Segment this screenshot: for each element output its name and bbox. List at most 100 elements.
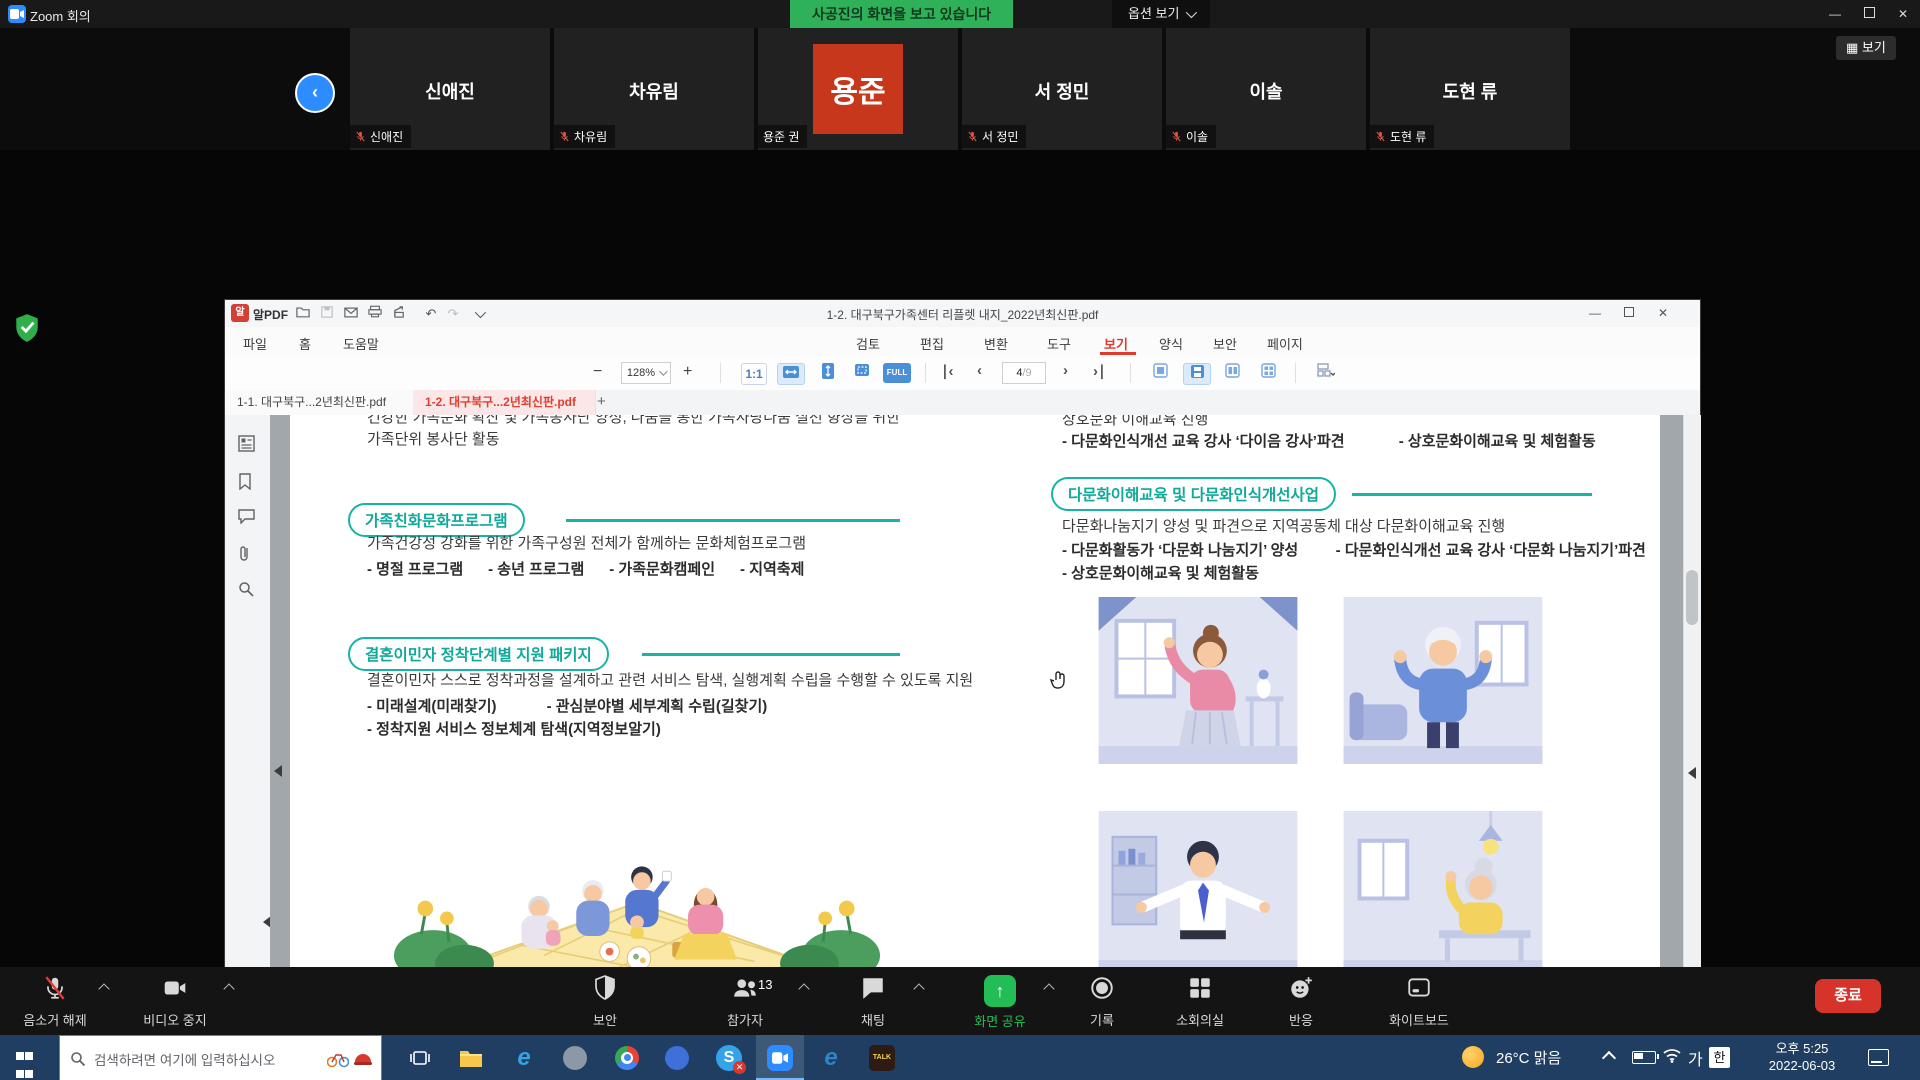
zoom-minimize-button[interactable]: — — [1818, 0, 1852, 28]
chat-caret[interactable] — [915, 985, 925, 995]
edge-icon[interactable]: e — [807, 1035, 855, 1080]
page-number-input[interactable]: 4/9 — [1002, 362, 1046, 384]
participants-caret[interactable] — [800, 985, 810, 995]
zoom-level-select[interactable]: 128% — [621, 362, 671, 384]
menu-page[interactable]: 페이지 — [1267, 334, 1303, 353]
record-icon — [1089, 975, 1115, 1001]
mute-button[interactable]: 음소거 해제 — [10, 975, 100, 1029]
clock[interactable]: 오후 5:25 2022-06-03 — [1752, 1040, 1852, 1074]
participants-button[interactable]: 13 참가자 — [700, 975, 790, 1029]
skype-badge: ✕ — [733, 1061, 746, 1074]
participant-tile[interactable]: 차유림 차유림 — [554, 28, 754, 150]
battery-icon[interactable] — [1632, 1051, 1656, 1064]
menu-help[interactable]: 도움말 — [343, 334, 379, 353]
pdf-minimize-button[interactable]: — — [1580, 300, 1610, 326]
menu-file[interactable]: 파일 — [243, 334, 267, 353]
search-panel-icon[interactable] — [238, 581, 258, 601]
ime-kor-icon[interactable]: 가 — [1688, 1046, 1703, 1070]
zoom-out-button[interactable]: − — [593, 363, 602, 383]
prev-page-button[interactable]: ‹ — [977, 362, 982, 379]
skype-icon[interactable]: S ✕ — [705, 1035, 753, 1080]
scrollbar-thumb[interactable] — [1686, 570, 1698, 625]
participant-tile[interactable]: 도현 류 도현 류 — [1370, 28, 1570, 150]
action-center-icon[interactable] — [1868, 1049, 1889, 1066]
two-page-view-button[interactable] — [1219, 363, 1245, 383]
four-page-view-button[interactable] — [1255, 363, 1281, 383]
share-caret[interactable] — [1045, 985, 1055, 995]
participant-tile[interactable]: 서 정민 서 정민 — [962, 28, 1162, 150]
chrome-icon[interactable] — [603, 1035, 651, 1080]
new-tab-button[interactable]: + — [597, 393, 606, 410]
thumbnails-panel-icon[interactable] — [238, 435, 258, 455]
view-options-button[interactable]: 옵션 보기 — [1112, 0, 1210, 28]
menu-view[interactable]: 보기 — [1104, 334, 1128, 353]
menu-form[interactable]: 양식 — [1159, 334, 1183, 353]
end-meeting-button[interactable]: 종료 — [1815, 979, 1881, 1013]
record-button[interactable]: 기록 — [1057, 975, 1147, 1029]
menu-tools[interactable]: 도구 — [1047, 334, 1071, 353]
doc-tab-1[interactable]: 1-1. 대구북구...2년최신판.pdf — [225, 390, 425, 415]
app-icon-blue[interactable] — [653, 1035, 701, 1080]
next-page-button[interactable]: › — [1063, 362, 1068, 379]
bicycle-icon — [327, 1050, 349, 1068]
zoom-titlebar: Zoom 회의 사공진의 화면을 보고 있습니다 옵션 보기 — ✕ — [0, 0, 1920, 28]
participant-name: 도현 류 — [1370, 78, 1570, 104]
internet-explorer-icon[interactable]: e — [500, 1035, 548, 1080]
participant-tile[interactable]: 이솔 이솔 — [1166, 28, 1366, 150]
pdf-restore-button[interactable] — [1614, 300, 1644, 326]
reactions-button[interactable]: 반응 — [1256, 975, 1346, 1029]
comments-panel-icon[interactable] — [238, 509, 258, 529]
video-options-caret[interactable] — [225, 985, 235, 995]
task-view-button[interactable] — [396, 1035, 444, 1080]
zoom-app-taskbar-icon[interactable] — [756, 1035, 804, 1080]
scroll-left-button[interactable]: ‹ — [295, 73, 335, 113]
collapse-panel-arrow[interactable] — [1688, 767, 1696, 779]
zoom-close-button[interactable]: ✕ — [1886, 0, 1920, 28]
continuous-view-button[interactable] — [1183, 363, 1211, 385]
participant-tile[interactable]: 용준 용준 권 — [758, 28, 958, 150]
layout-options-dropdown[interactable] — [1311, 363, 1341, 383]
kakaotalk-icon[interactable]: TALK — [858, 1035, 906, 1080]
first-page-button[interactable]: ∣‹ — [941, 362, 954, 380]
fit-page-button[interactable] — [849, 363, 875, 383]
fit-height-button[interactable] — [815, 363, 841, 383]
attachments-panel-icon[interactable] — [238, 545, 258, 565]
pdf-titlebar: 알 알PDF ↶ ↷ 1-2. 대구북구가족센터 리플렛 내지_2022년최신판… — [225, 300, 1700, 328]
menu-security[interactable]: 보안 — [1213, 334, 1237, 353]
video-button[interactable]: 비디오 중지 — [130, 975, 220, 1029]
menu-home[interactable]: 홈 — [299, 334, 311, 353]
pdf-close-button[interactable]: ✕ — [1648, 300, 1678, 326]
mute-options-caret[interactable] — [100, 985, 110, 995]
ime-han-icon[interactable]: 한 — [1709, 1047, 1730, 1068]
menu-convert[interactable]: 변환 — [984, 334, 1008, 353]
taskbar-search[interactable]: 검색하려면 여기에 입력하십시오 — [59, 1035, 382, 1080]
security-button[interactable]: 보안 — [560, 975, 650, 1029]
app-icon-gray[interactable] — [551, 1035, 599, 1080]
whiteboard-button[interactable]: 화이트보드 — [1364, 975, 1474, 1029]
fit-width-button[interactable] — [777, 363, 805, 385]
bookmarks-panel-icon[interactable] — [238, 473, 258, 493]
weather-sun-icon[interactable] — [1462, 1046, 1484, 1068]
menu-edit[interactable]: 편집 — [920, 334, 944, 353]
illustration-elderly-woman — [1343, 811, 1543, 978]
chat-button[interactable]: 채팅 — [828, 975, 918, 1029]
breakout-rooms-button[interactable]: 소회의실 — [1155, 975, 1245, 1029]
doc-tab-2[interactable]: 1-2. 대구북구...2년최신판.pdf × — [413, 390, 596, 415]
start-button[interactable] — [16, 1048, 36, 1068]
last-page-button[interactable]: ›∣ — [1093, 362, 1106, 380]
teal-divider — [1352, 493, 1592, 496]
single-page-view-button[interactable] — [1147, 363, 1173, 383]
wifi-icon[interactable] — [1662, 1047, 1682, 1068]
weather-text[interactable]: 26°C 맑음 — [1496, 1047, 1561, 1068]
full-screen-button[interactable]: FULL — [883, 363, 911, 383]
zoom-maximize-button[interactable] — [1852, 0, 1886, 28]
zoom-in-button[interactable]: + — [683, 363, 692, 383]
file-explorer-icon[interactable] — [447, 1035, 495, 1080]
prev-page-edge-arrow[interactable] — [274, 765, 282, 777]
gallery-view-button[interactable]: ▦ 보기 — [1836, 36, 1896, 60]
share-screen-button[interactable]: ↑ 화면 공유 — [955, 975, 1045, 1030]
participant-tile[interactable]: 신애진 신애진 — [350, 28, 550, 150]
actual-size-button[interactable]: 1:1 — [741, 363, 767, 385]
tray-chevron-up-icon[interactable] — [1602, 1051, 1616, 1065]
menu-review[interactable]: 검토 — [856, 334, 880, 353]
